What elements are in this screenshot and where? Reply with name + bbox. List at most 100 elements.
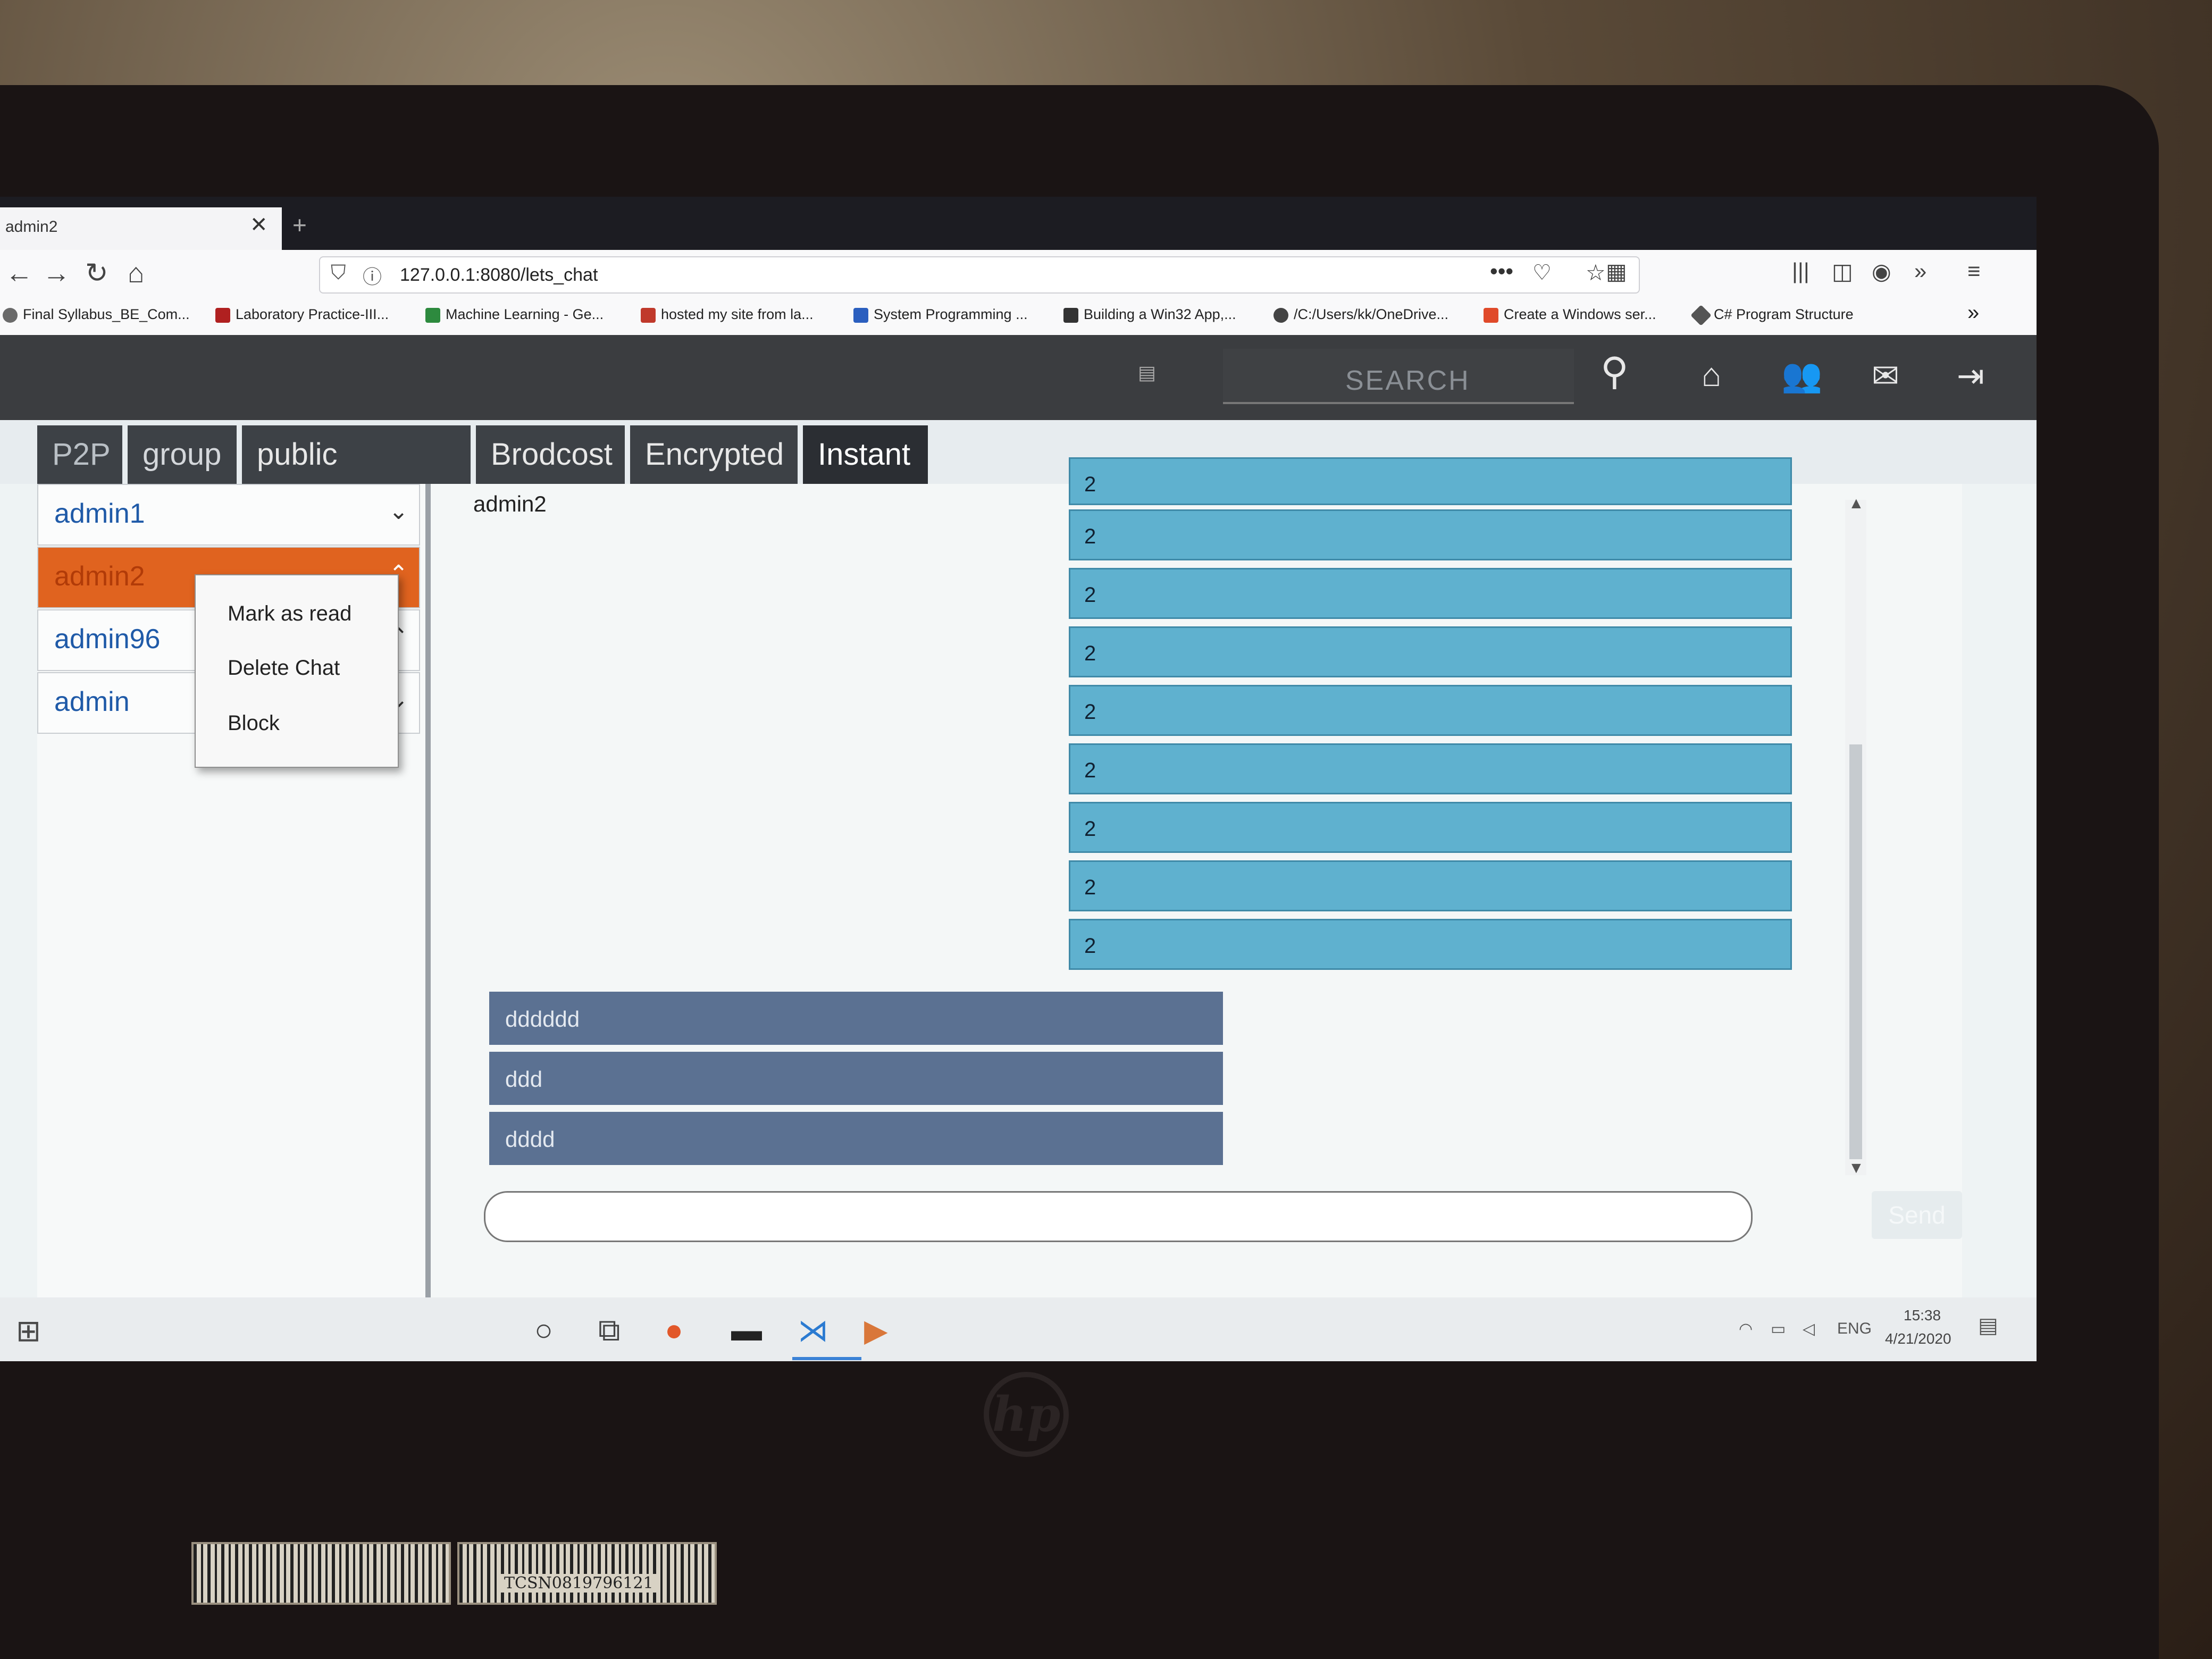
notifications-icon[interactable]: ▤ [1978,1313,1998,1338]
chevron-down-icon[interactable]: ⌄ [389,498,408,525]
browser-nav-bar: ← → ↻ ⌂ ⛉ ⓘ 127.0.0.1:8080/lets_chat •••… [0,250,2037,298]
home-icon[interactable]: ⌂ [128,257,144,289]
battery-icon[interactable]: ▭ [1771,1320,1786,1338]
shield-icon[interactable]: ⛉ [331,262,346,284]
url-bar[interactable]: ⛉ ⓘ 127.0.0.1:8080/lets_chat ••• ♡ ☆ [319,256,1640,294]
browser-tab[interactable]: admin2 ✕ [0,207,282,250]
bookmark-item[interactable]: Building a Win32 App,... [1063,306,1236,323]
scroll-down-icon[interactable]: ▼ [1848,1159,1864,1177]
account-icon[interactable]: ◉ [1872,258,1891,284]
document-icon: ▤ [1138,362,1157,383]
incoming-message: 2 [1069,568,1792,619]
bookmark-favicon [215,307,230,323]
users-icon[interactable]: 👥 [1781,356,1822,395]
windows-start-icon[interactable]: ⊞ [16,1313,41,1348]
user-list: admin1 ⌄ admin2 ⌃ admin96 ⌃ admin ⌄ Mark… [37,484,431,1335]
message-input[interactable] [484,1191,1753,1242]
chat-panel: admin1 ⌄ admin2 ⌃ admin96 ⌃ admin ⌄ Mark… [37,457,1962,1335]
incoming-message: 2 [1069,919,1792,970]
clock-date[interactable]: 4/21/2020 [1885,1330,1951,1347]
menu-item-mark-read[interactable]: Mark as read [228,602,351,626]
search-icon[interactable]: ⚲ [1601,349,1629,393]
menu-item-block[interactable]: Block [228,711,280,735]
active-app-indicator [792,1357,861,1360]
tab-public-broadcast[interactable]: public brodcast [242,425,471,530]
tab-encrypted[interactable]: Encrypted [630,425,798,484]
bookmark-item[interactable]: Laboratory Practice-III... [215,306,389,323]
media-player-icon[interactable]: ▶ [864,1312,888,1348]
incoming-message: 2 [1069,802,1792,853]
user-name: admin1 [54,498,145,529]
menu-item-delete-chat[interactable]: Delete Chat [228,656,340,680]
user-context-menu: Mark as read Delete Chat Block [195,574,399,768]
firefox-icon[interactable]: ● [665,1312,683,1348]
cortana-icon[interactable]: ○ [534,1312,553,1348]
user-item-admin1[interactable]: admin1 ⌄ [37,484,420,546]
pocket-icon[interactable]: ♡ [1532,261,1552,285]
browser-tab-title: admin2 [5,218,58,236]
browser-tab-strip: admin2 ✕ + [0,197,2037,250]
search-placeholder: SEARCH [1345,365,1470,396]
volume-icon[interactable]: ◁ [1803,1320,1815,1338]
tab-instant[interactable]: Instant [803,425,928,484]
task-view-icon[interactable]: ⧉ [598,1312,620,1348]
incoming-message: 2 [1069,743,1792,794]
more-actions-icon[interactable]: ••• [1490,258,1513,284]
library-icon[interactable]: ||| [1792,258,1809,284]
back-icon[interactable]: ← [5,257,33,289]
forward-icon[interactable]: → [43,257,70,289]
extensions-icon[interactable]: ▦ [1606,258,1627,284]
vscode-icon[interactable]: ⋊ [798,1312,828,1348]
language-indicator[interactable]: ENG [1837,1320,1872,1338]
bookmark-item[interactable]: /C:/Users/kk/OneDrive... [1273,306,1448,323]
scroll-up-icon[interactable]: ▲ [1848,495,1864,513]
bookmark-item[interactable]: C# Program Structure [1690,305,1854,326]
home-icon[interactable]: ⌂ [1702,356,1721,394]
bookmark-favicon [853,307,868,323]
search-input[interactable]: SEARCH [1223,349,1574,404]
url-text[interactable]: 127.0.0.1:8080/lets_chat [400,265,598,286]
overflow-icon[interactable]: » [1914,258,1926,284]
sticker-serial: TCSN0819796121 [500,1574,658,1593]
tab-group[interactable]: group [128,425,237,484]
chat-recipient: admin2 [473,491,547,516]
mail-icon[interactable]: ✉ [1872,356,1899,395]
laptop-screen: admin2 ✕ + ← → ↻ ⌂ ⛉ ⓘ 127.0.0.1:8080/le… [0,197,2037,1361]
bookmark-star-icon[interactable]: ☆ [1586,259,1606,286]
clock-time[interactable]: 15:38 [1904,1307,1941,1324]
send-button[interactable]: Send [1872,1191,1962,1239]
incoming-message: 2 [1069,626,1792,677]
chat-scrollbar[interactable]: ▲ ▼ [1845,495,1866,1177]
close-tab-icon[interactable]: ✕ [250,213,268,237]
globe-icon [3,307,18,323]
logout-icon[interactable]: ⇥ [1957,356,1984,395]
bookmarks-overflow-icon[interactable]: » [1967,301,1979,325]
incoming-message: 2 [1069,860,1792,911]
terminal-icon[interactable]: ▬ [731,1312,762,1348]
windows-favicon [1484,307,1498,323]
bookmark-item[interactable]: System Programming ... [853,306,1028,323]
reload-icon[interactable]: ↻ [85,257,108,289]
bookmark-favicon [1063,307,1078,323]
info-icon[interactable]: ⓘ [363,262,382,289]
bookmark-item[interactable]: Machine Learning - Ge... [425,306,604,323]
globe-icon [1273,307,1288,323]
tab-broadcast[interactable]: Brodcost [476,425,625,484]
incoming-message: 2 [1069,457,1792,505]
new-tab-icon[interactable]: + [292,211,307,239]
bookmark-favicon [641,307,656,323]
bookmark-favicon [1690,305,1712,326]
hp-logo: hp [984,1372,1069,1457]
bookmark-item[interactable]: Create a Windows ser... [1484,306,1656,323]
bookmark-item[interactable]: hosted my site from la... [641,306,814,323]
bookmark-item[interactable]: Final Syllabus_BE_Com... [3,306,190,323]
bookmarks-bar: Final Syllabus_BE_Com... Laboratory Prac… [0,298,2037,336]
sidebar-icon[interactable]: ◫ [1832,258,1853,284]
taskbar: ⊞ ○ ⧉ ● ▬ ⋊ ▶ ◠ ▭ ◁ ENG 15:38 4/21/2020 … [0,1297,2037,1361]
menu-icon[interactable]: ≡ [1967,258,1981,284]
tab-p2p[interactable]: P2P [37,425,122,484]
network-icon[interactable]: ◠ [1739,1320,1753,1338]
barcode-sticker [191,1542,451,1605]
scroll-thumb[interactable] [1849,744,1862,1159]
chat-area: admin2 2 2 2 2 2 2 2 2 2 dddddd ddd dddd… [431,457,1962,1335]
